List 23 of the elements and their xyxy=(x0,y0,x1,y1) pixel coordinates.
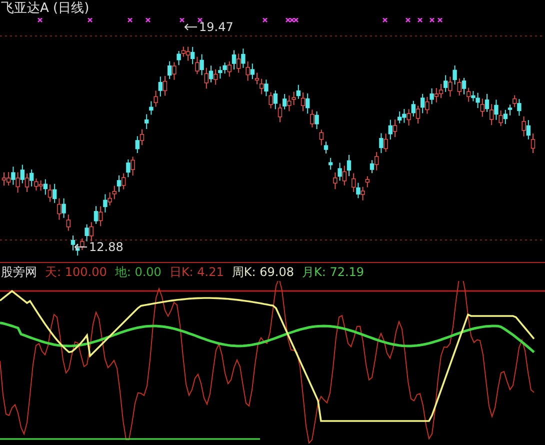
signal-marker xyxy=(406,18,410,22)
legend-value: 周K: 69.08 xyxy=(232,264,294,280)
signal-marker xyxy=(382,18,388,22)
signal-marker xyxy=(180,18,184,22)
signal-marker xyxy=(430,18,434,22)
legend-value: 地: 0.00 xyxy=(114,264,162,280)
indicator-name: 股旁网 xyxy=(1,264,37,280)
chart-title: 飞亚达A (日线) xyxy=(0,0,90,18)
signal-marker xyxy=(418,18,422,22)
legend-value: 天: 100.00 xyxy=(45,264,107,280)
arrow-icon xyxy=(184,23,198,31)
signal-marker xyxy=(88,18,92,22)
signal-marker xyxy=(198,18,202,22)
price-label: 19.47 xyxy=(199,20,234,34)
arrow-icon xyxy=(74,243,88,251)
legend-value: 月K: 72.19 xyxy=(302,264,364,280)
signal-marker xyxy=(146,18,150,22)
price-label: 12.88 xyxy=(89,240,124,254)
legend-value: 日K: 4.21 xyxy=(169,264,224,280)
signal-marker xyxy=(438,18,442,22)
signal-marker xyxy=(128,18,132,22)
signal-marker xyxy=(262,18,268,22)
signal-marker xyxy=(38,18,42,22)
